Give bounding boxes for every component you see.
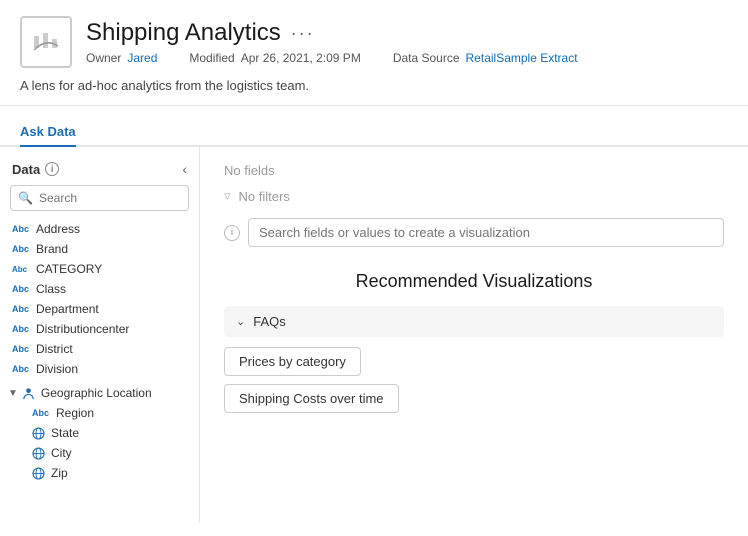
no-fields-text: No fields [224,163,275,178]
modified-date: Apr 26, 2021, 2:09 PM [241,51,361,65]
workbook-title: Shipping Analytics [86,19,281,47]
field-district[interactable]: Abc District [0,339,199,359]
field-city[interactable]: City [20,443,199,463]
faqs-bar[interactable]: ⌄ FAQs [224,306,724,337]
geo-group-icon [22,387,35,400]
field-region[interactable]: Abc Region [20,403,199,423]
owner-link[interactable]: Jared [127,51,157,65]
search-box: 🔍 [10,185,189,211]
sidebar-header: Data i ‹ [0,157,199,185]
field-category[interactable]: Abc CATEGORY [0,259,199,279]
modified-label: Modified [189,51,234,65]
title-area: Shipping Analytics ··· Owner Jared Modif… [86,19,728,65]
globe-icon-city [32,447,45,460]
field-department[interactable]: Abc Department [0,299,199,319]
no-filters-text: No filters [239,189,290,204]
no-filters-row: ▿ No filters [224,188,724,204]
viz-buttons-container: Prices by category Shipping Costs over t… [224,347,724,421]
geo-section: ▼ Geographic Location Abc Region [0,383,199,483]
content-area: No fields ▿ No filters i Recommended Vis… [200,147,748,523]
viz-button-shipping-costs-over-time[interactable]: Shipping Costs over time [224,384,399,413]
page-header: Shipping Analytics ··· Owner Jared Modif… [0,0,748,106]
meta-row: Owner Jared Modified Apr 26, 2021, 2:09 … [86,51,728,65]
field-list: Abc Address Abc Brand Abc CATEGORY Abc C… [0,219,199,483]
geo-section-label: Geographic Location [41,386,152,400]
field-distributioncenter[interactable]: Abc Distributioncenter [0,319,199,339]
more-options-button[interactable]: ··· [291,23,315,44]
tabs-bar: Ask Data [0,116,748,147]
faqs-label: FAQs [253,314,286,329]
geo-section-children: Abc Region State [0,403,199,483]
field-state[interactable]: State [20,423,199,443]
datasource-link[interactable]: RetailSample Extract [466,51,578,65]
owner-label: Owner [86,51,121,65]
geo-section-header[interactable]: ▼ Geographic Location [0,383,199,403]
field-division[interactable]: Abc Division [0,359,199,379]
sidebar: Data i ‹ 🔍 Abc Address Abc Brand Abc CAT… [0,147,200,523]
tab-ask-data[interactable]: Ask Data [20,116,76,147]
search-input[interactable] [10,185,189,211]
filter-icon: ▿ [224,188,231,204]
viz-search-row: i [224,218,724,247]
field-class[interactable]: Abc Class [0,279,199,299]
sidebar-collapse-button[interactable]: ‹ [182,161,187,177]
faqs-chevron-icon: ⌄ [236,315,245,328]
viz-button-prices-by-category[interactable]: Prices by category [224,347,361,376]
no-fields-row: No fields [224,163,724,178]
workbook-description: A lens for ad-hoc analytics from the log… [20,78,728,93]
globe-icon-state [32,427,45,440]
field-brand[interactable]: Abc Brand [0,239,199,259]
search-icon: 🔍 [18,191,33,205]
field-address[interactable]: Abc Address [0,219,199,239]
main-area: Data i ‹ 🔍 Abc Address Abc Brand Abc CAT… [0,147,748,523]
workbook-icon [20,16,72,68]
globe-icon-zip [32,467,45,480]
geo-chevron-icon: ▼ [8,388,18,399]
viz-search-info-icon: i [224,225,240,241]
datasource-label: Data Source [393,51,460,65]
viz-search-input[interactable] [248,218,724,247]
rec-title: Recommended Visualizations [224,271,724,292]
sidebar-title: Data [12,162,40,177]
data-info-icon[interactable]: i [45,162,59,176]
recommended-visualizations: Recommended Visualizations ⌄ FAQs Prices… [224,271,724,421]
field-zip[interactable]: Zip [20,463,199,483]
